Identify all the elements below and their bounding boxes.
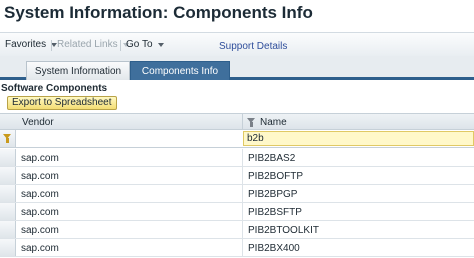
vendor-cell: sap.com	[21, 153, 59, 164]
table-header: Vendor Name	[0, 113, 474, 130]
table-row[interactable]: sap.com PIB2BPGP	[0, 185, 474, 203]
row-selector[interactable]	[0, 167, 16, 184]
funnel-icon	[247, 117, 256, 127]
name-cell: PIB2BTOOLKIT	[242, 221, 319, 238]
row-selector[interactable]	[0, 203, 16, 220]
vendor-cell: sap.com	[21, 207, 59, 218]
vendor-cell: sap.com	[21, 243, 59, 254]
row-selector[interactable]	[0, 185, 16, 202]
column-header-name: Name	[260, 116, 287, 128]
table-row[interactable]: sap.com PIB2BSFTP	[0, 203, 474, 221]
support-details-link[interactable]: Support Details	[219, 41, 287, 52]
column-header-name-cell[interactable]: Name	[242, 114, 287, 130]
page-title: System Information: Components Info	[4, 3, 313, 22]
vendor-cell: sap.com	[21, 171, 59, 182]
go-to-menu[interactable]: Go To	[126, 39, 164, 50]
menu-separator	[51, 40, 52, 51]
related-links-menu-label: Related Links	[57, 39, 118, 50]
row-selector[interactable]	[0, 239, 16, 256]
table-row[interactable]: sap.com PIB2BAS2	[0, 149, 474, 167]
tab-components-info[interactable]: Components Info	[130, 61, 230, 80]
components-table: Vendor Name sap.com PIB2BAS2 sap.com PIB…	[0, 113, 474, 258]
vendor-cell: sap.com	[21, 225, 59, 236]
row-selector[interactable]	[0, 221, 16, 238]
vendor-cell: sap.com	[21, 189, 59, 200]
funnel-icon	[3, 134, 12, 143]
tab-strip: System Information Components Info	[0, 56, 474, 80]
related-links-menu[interactable]: Related Links	[57, 39, 129, 50]
go-to-menu-label: Go To	[126, 39, 153, 50]
name-cell: PIB2BOFTP	[242, 167, 303, 184]
vendor-filter-input[interactable]	[17, 130, 242, 147]
table-row[interactable]: sap.com PIB2BX400	[0, 239, 474, 257]
name-cell: PIB2BAS2	[242, 149, 295, 166]
menu-separator	[120, 40, 121, 51]
menu-bar: Favorites Related Links Go To Support De…	[0, 32, 474, 56]
favorites-menu-label: Favorites	[5, 39, 47, 50]
filter-toggle[interactable]	[0, 130, 16, 147]
column-header-vendor[interactable]: Vendor	[22, 117, 54, 128]
name-filter-input[interactable]	[243, 131, 474, 146]
table-row[interactable]: sap.com PIB2BTOOLKIT	[0, 221, 474, 239]
name-cell: PIB2BSFTP	[242, 203, 302, 220]
table-row[interactable]: sap.com PIB2BOFTP	[0, 167, 474, 185]
chevron-down-icon	[157, 43, 164, 47]
title-bar: System Information: Components Info	[0, 0, 474, 32]
name-cell: PIB2BX400	[242, 239, 300, 256]
name-cell: PIB2BPGP	[242, 185, 297, 202]
row-selector[interactable]	[0, 149, 16, 166]
filter-row	[0, 130, 474, 148]
section-title: Software Components	[1, 83, 108, 94]
export-to-spreadsheet-button[interactable]: Export to Spreadsheet	[7, 96, 117, 110]
tab-system-information[interactable]: System Information	[26, 61, 130, 80]
favorites-menu[interactable]: Favorites	[5, 39, 58, 50]
table-body: sap.com PIB2BAS2 sap.com PIB2BOFTP sap.c…	[0, 149, 474, 257]
